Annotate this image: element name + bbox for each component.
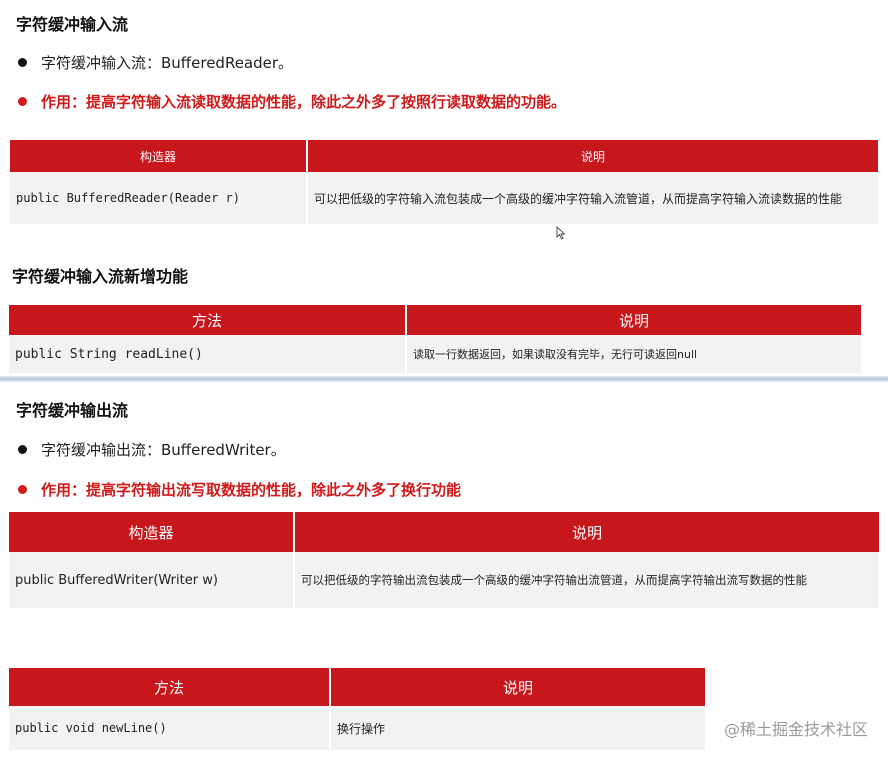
bullet-text: 作用：提高字符输出流写取数据的性能，除此之外多了换行功能 — [41, 481, 462, 499]
table-cell-method: public String readLine() — [9, 335, 405, 373]
table-header-constructor: 构造器 — [9, 512, 293, 552]
bullet-reader-purpose: 作用：提高字符输入流读取数据的性能，除此之外多了按照行读取数据的功能。 — [18, 91, 566, 112]
bullet-dot-icon — [18, 97, 27, 106]
table-cell-description: 读取一行数据返回，如果读取没有完毕，无行可读返回null — [407, 335, 861, 373]
bullet-text: 字符缓冲输出流：BufferedWriter。 — [41, 441, 286, 459]
screenshot-divider — [0, 376, 888, 382]
table-cell-constructor: public BufferedWriter(Writer w) — [9, 552, 293, 608]
table-cell-description: 可以把低级的字符输出流包装成一个高级的缓冲字符输出流管道，从而提高字符输出流写数… — [295, 552, 879, 608]
table-cell-description: 可以把低级的字符输入流包装成一个高级的缓冲字符输入流管道，从而提高字符输入流读数… — [308, 172, 878, 224]
table-header-description: 说明 — [331, 668, 705, 706]
bullet-text: 作用：提高字符输入流读取数据的性能，除此之外多了按照行读取数据的功能。 — [41, 93, 567, 111]
readline-method-table: 方法 说明 public String readLine() 读取一行数据返回，… — [7, 305, 863, 373]
mouse-cursor-icon — [556, 226, 566, 240]
table-header-constructor: 构造器 — [10, 140, 306, 172]
reader-constructor-table: 构造器 说明 public BufferedReader(Reader r) 可… — [8, 140, 880, 224]
section-title-buffered-writer: 字符缓冲输出流 — [16, 401, 129, 420]
bullet-buffered-reader: 字符缓冲输入流：BufferedReader。 — [18, 52, 293, 73]
watermark: @稀土掘金技术社区 — [723, 720, 868, 739]
bullet-text: 字符缓冲输入流：BufferedReader。 — [41, 54, 294, 72]
table-cell-constructor: public BufferedReader(Reader r) — [10, 172, 306, 224]
bullet-buffered-writer: 字符缓冲输出流：BufferedWriter。 — [18, 439, 286, 460]
table-header-description: 说明 — [407, 305, 861, 335]
table-header-description: 说明 — [308, 140, 878, 172]
bullet-dot-icon — [18, 58, 27, 67]
table-header-method: 方法 — [9, 305, 405, 335]
section-title-buffered-reader: 字符缓冲输入流 — [16, 15, 129, 34]
section-title-reader-new-features: 字符缓冲输入流新增功能 — [12, 267, 189, 286]
bullet-writer-purpose: 作用：提高字符输出流写取数据的性能，除此之外多了换行功能 — [18, 479, 461, 500]
table-header-description: 说明 — [295, 512, 879, 552]
bullet-dot-icon — [18, 485, 27, 494]
table-cell-method: public void newLine() — [9, 706, 329, 750]
newline-method-table: 方法 说明 public void newLine() 换行操作 — [7, 668, 707, 750]
bullet-dot-icon — [18, 445, 27, 454]
writer-constructor-table: 构造器 说明 public BufferedWriter(Writer w) 可… — [7, 512, 881, 608]
table-header-method: 方法 — [9, 668, 329, 706]
table-cell-description: 换行操作 — [331, 706, 705, 750]
